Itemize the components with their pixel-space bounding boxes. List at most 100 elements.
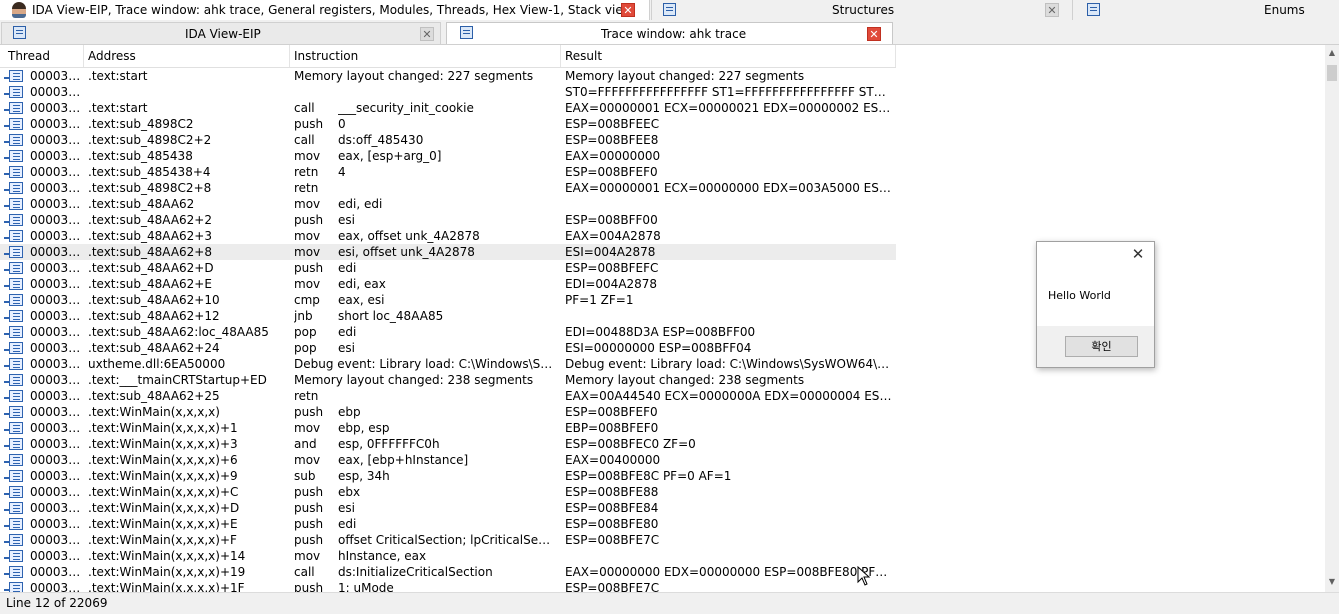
table-row[interactable]: 000031F8 uxtheme.dll:6EA50000 Debug event:… [0,356,896,372]
trace-row-icon [4,502,23,514]
table-row[interactable]: 000031F8 .text:sub_485438 mov eax, [esp+arg… [0,148,896,164]
cell-instruction: mov [294,245,321,259]
table-row[interactable]: 000031F8 .text:sub_4898C2+2 call ds:off_485… [0,132,896,148]
cell-operands: eax, [esp+arg_0] [338,149,442,163]
table-row[interactable]: 000031F8 .text:WinMain(x,x,x,x)+E pushedi E… [0,516,896,532]
table-row[interactable]: 000031F8 .text:sub_485438+4 retn 4 ESP=008BF… [0,164,896,180]
table-row[interactable]: 000031F8 .text:WinMain(x,x,x,x)+3 and esp, … [0,436,896,452]
table-row[interactable]: 000031F8 .text:WinMain(x,x,x,x)+C pushebx E… [0,484,896,500]
cell-operands: edi [338,261,357,275]
tab-trace-window[interactable]: Trace window: ahk trace ✕ [446,22,893,44]
column-header-result[interactable]: Result [561,45,896,67]
cell-instruction: call [294,565,315,579]
table-row[interactable]: 000031F8 .text:sub_48AA62+2 pushesi ESP=008… [0,212,896,228]
scroll-down-icon[interactable]: ▼ [1325,576,1339,588]
cell-instruction: mov [294,197,321,211]
cell-result: ESP=008BFEEC [565,117,660,131]
cell-address: .text:WinMain(x,x,x,x)+D [88,501,240,515]
cell-instruction: push [294,261,324,275]
table-row[interactable]: 000031F8 .text:start Memory layout changed… [0,68,896,84]
table-row[interactable]: 000031F8 ST0=FFFFFFFFFFFFFFFF ST1=FFFFFFF… [0,84,896,100]
cell-address: .text:WinMain(x,x,x,x) [88,405,220,419]
table-row[interactable]: 000031F8 .text:sub_48AA62+3 mov eax, offset… [0,228,896,244]
table-row[interactable]: 000031F8 .text:sub_48AA62+D pushedi ESP=008… [0,260,896,276]
cell-address: .text:sub_48AA62+3 [88,229,212,243]
cell-result: ESP=008BFEF0 [565,165,658,179]
tab-ida-view-eip-group[interactable]: IDA View-EIP, Trace window: ahk trace, G… [0,0,650,20]
scroll-up-icon[interactable]: ▲ [1325,47,1339,59]
table-row[interactable]: 000031F8 .text:sub_48AA62:loc_48AA85 pop ed… [0,324,896,340]
table-row[interactable]: 000031F8 .text:WinMain(x,x,x,x)+19 call ds:… [0,564,896,580]
table-row[interactable]: 000031F8 .text:start call ___security_init_… [0,100,896,116]
column-header-instruction[interactable]: Instruction [290,45,561,67]
cell-instruction: mov [294,229,321,243]
cell-result: ESP=008BFEF0 [565,405,658,419]
cell-thread: 000031F8 [30,501,84,515]
message-text: Hello World [1048,289,1111,302]
table-row[interactable]: 000031F8 .text:sub_48AA62+8 mov esi, offset… [0,244,896,260]
table-row[interactable]: 000031F8 .text:sub_4898C2+8 retn EAX=000000… [0,180,896,196]
cell-thread: 000031F8 [30,101,84,115]
cell-operands: esp, 34h [338,469,390,483]
table-row[interactable]: 000031F8 .text:WinMain(x,x,x,x)+D pushesi E… [0,500,896,516]
column-header-address[interactable]: Address [84,45,290,67]
trace-row-icon [4,486,23,498]
close-icon[interactable]: ✕ [621,3,635,17]
cell-instruction: mov [294,549,321,563]
cell-address: .text:WinMain(x,x,x,x)+3 [88,437,238,451]
table-row[interactable]: 000031F8 .text:sub_48AA62+12 jnb short loc_… [0,308,896,324]
cell-thread: 000031F8 [30,85,84,99]
cell-address: .text:sub_48AA62+25 [88,389,220,403]
tab-label: Trace window: ahk trace [601,27,747,41]
scrollbar-thumb[interactable] [1327,65,1337,81]
table-row[interactable]: 000031F8 .text:WinMain(x,x,x,x)+6 mov eax, … [0,452,896,468]
table-row[interactable]: 000031F8 .text:sub_48AA62+25 retn EAX=00A44… [0,388,896,404]
trace-row-icon [4,438,23,450]
table-row[interactable]: 000031F8 .text:sub_48AA62+E mov edi, eax EDI… [0,276,896,292]
trace-row-icon [4,454,23,466]
vertical-scrollbar[interactable]: ▲ ▼ [1325,45,1339,592]
cell-thread: 000031F8 [30,261,84,275]
table-row[interactable]: 000031F8 .text:sub_4898C2 push 0 ESP=008BFEE… [0,116,896,132]
table-row[interactable]: 000031F8 .text:___tmainCRTStartup+ED Memor… [0,372,896,388]
cell-result [565,196,893,212]
table-row[interactable]: 000031F8 .text:WinMain(x,x,x,x)+9 sub esp, … [0,468,896,484]
trace-row-icon [4,118,23,130]
cell-address: .text:sub_48AA62+12 [88,309,220,323]
cell-result: ST0=FFFFFFFFFFFFFFFF ST1=FFFFFFFFFFFFFFF… [565,85,893,99]
table-row[interactable]: 000031F8 .text:sub_48AA62+24 pop esi ESI=000… [0,340,896,356]
cell-address: uxtheme.dll:6EA50000 [88,357,226,371]
cell-instruction: cmp [294,293,320,307]
cell-instruction: push [294,485,324,499]
close-icon[interactable]: ✕ [1045,3,1059,17]
trace-row-icon [4,166,23,178]
ok-button[interactable]: 확인 [1065,336,1138,357]
cell-result: EDI=004A2878 [565,277,658,291]
cell-address: .text:WinMain(x,x,x,x)+6 [88,453,238,467]
cell-instruction: push [294,405,324,419]
cell-address: .text:WinMain(x,x,x,x)+E [88,517,238,531]
table-row[interactable]: 000031F8 .text:WinMain(x,x,x,x)+14 mov hIns… [0,548,896,564]
table-row[interactable]: 000031F8 .text:sub_48AA62 mov edi, edi [0,196,896,212]
tab-structures[interactable]: Structures ✕ [651,0,1071,20]
cell-address: .text:sub_485438+4 [88,165,211,179]
cell-address: .text:sub_48AA62+D [88,261,214,275]
tab-ida-view-eip[interactable]: IDA View-EIP ✕ [1,22,441,44]
close-icon[interactable]: ✕ [867,27,881,41]
cell-result: ESP=008BFEFC [565,261,659,275]
cell-thread: 000031F8 [30,453,84,467]
cell-thread: 000031F8 [30,309,84,323]
table-row[interactable]: 000031F8 .text:WinMain(x,x,x,x)+F push offs… [0,532,896,548]
cell-thread: 000031F8 [30,533,84,547]
column-header-thread[interactable]: Thread [4,45,84,67]
close-icon[interactable]: ✕ [420,27,434,41]
cell-address: .text:WinMain(x,x,x,x)+1 [88,421,238,435]
table-row[interactable]: 000031F8 .text:WinMain(x,x,x,x) pushebp ESP… [0,404,896,420]
cell-instruction: mov [294,453,321,467]
cell-thread: 000031F8 [30,405,84,419]
close-icon[interactable]: ✕ [1128,244,1148,264]
table-row[interactable]: 000031F8 .text:WinMain(x,x,x,x)+1 mov ebp, … [0,420,896,436]
tab-enums[interactable]: Enums [1072,0,1339,20]
avatar [12,2,26,18]
table-row[interactable]: 000031F8 .text:sub_48AA62+10 cmp eax, esi PF… [0,292,896,308]
